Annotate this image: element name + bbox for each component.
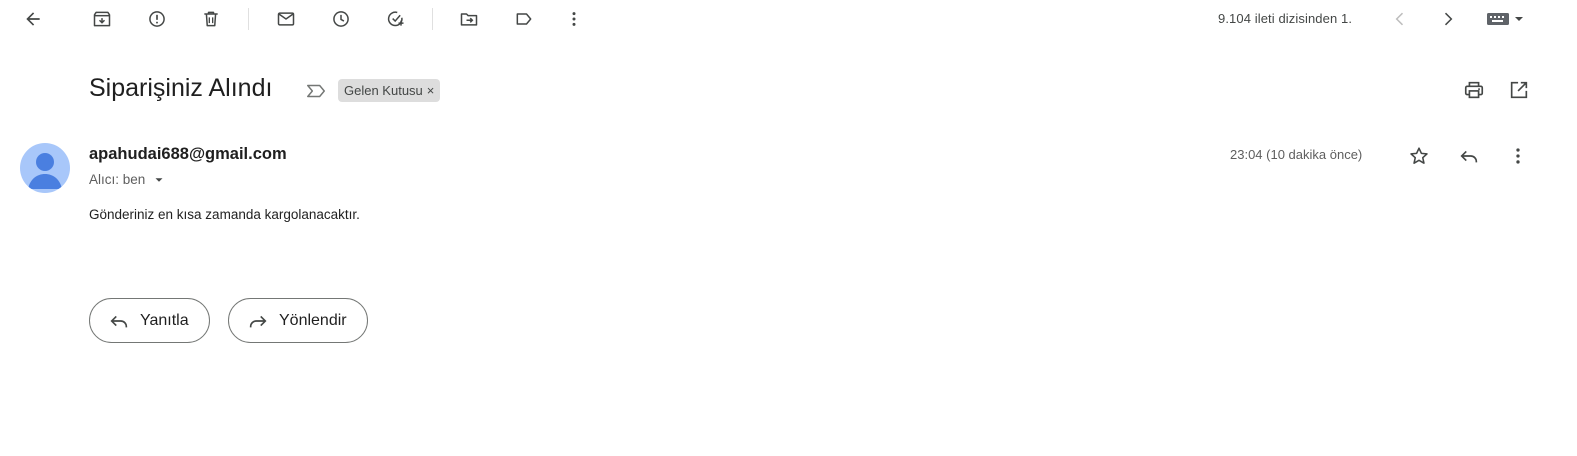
message-toolbar: 9.104 ileti dizisinden 1. — [0, 0, 1577, 38]
reply-button[interactable]: Yanıtla — [89, 298, 210, 343]
person-icon — [28, 153, 62, 189]
archive-icon[interactable] — [86, 3, 118, 35]
star-icon[interactable] — [1407, 144, 1431, 168]
forward-button-label: Yönlendir — [279, 311, 347, 329]
back-arrow-icon[interactable] — [17, 3, 49, 35]
reply-icon — [110, 315, 128, 327]
forward-button[interactable]: Yönlendir — [228, 298, 368, 343]
label-chip-text: Gelen Kutusu — [344, 83, 423, 98]
pager-text: 9.104 ileti dizisinden 1. — [1218, 11, 1353, 26]
toolbar-divider — [432, 8, 433, 30]
forward-icon — [249, 315, 267, 327]
recipient-text: Alıcı: ben — [89, 172, 146, 187]
report-spam-icon[interactable] — [141, 3, 173, 35]
reply-button-label: Yanıtla — [140, 311, 189, 329]
label-remove-icon[interactable]: × — [427, 79, 435, 102]
label-chip-inbox: Gelen Kutusu × — [338, 79, 441, 102]
sender-avatar[interactable] — [20, 143, 70, 193]
reply-icon[interactable] — [1457, 144, 1481, 168]
input-tools-keyboard-icon[interactable] — [1480, 3, 1530, 35]
message-body: Gönderiniz en kısa zamanda kargolanacakt… — [89, 207, 360, 222]
snooze-icon[interactable] — [325, 3, 357, 35]
email-view: 9.104 ileti dizisinden 1. Siparişiniz Al… — [0, 0, 1577, 456]
importance-marker-icon[interactable] — [305, 80, 327, 102]
show-details-caret-icon[interactable] — [152, 173, 166, 187]
chevron-left-icon[interactable] — [1384, 3, 1416, 35]
print-icon[interactable] — [1462, 78, 1486, 102]
chevron-right-icon[interactable] — [1432, 3, 1464, 35]
sender-email[interactable]: apahudai688@gmail.com — [89, 145, 287, 164]
delete-icon[interactable] — [195, 3, 227, 35]
more-vert-icon[interactable] — [1506, 144, 1530, 168]
label-icon[interactable] — [508, 3, 540, 35]
open-in-new-window-icon[interactable] — [1507, 78, 1531, 102]
toolbar-divider — [248, 8, 249, 30]
email-subject: Siparişiniz Alındı — [89, 74, 273, 102]
move-to-icon[interactable] — [453, 3, 485, 35]
add-to-tasks-icon[interactable] — [380, 3, 412, 35]
more-vert-icon[interactable] — [558, 3, 590, 35]
message-timestamp: 23:04 (10 dakika önce) — [1230, 147, 1363, 162]
recipient-line: Alıcı: ben — [89, 172, 166, 187]
mark-unread-icon[interactable] — [270, 3, 302, 35]
